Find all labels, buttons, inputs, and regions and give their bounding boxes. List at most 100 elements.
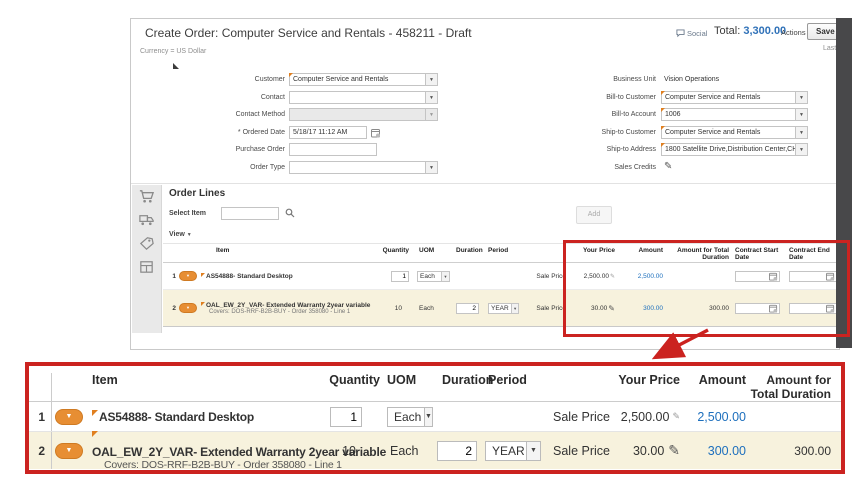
chevron-down-icon[interactable]: ▼ [795,91,808,104]
col-quantity: Quantity [382,247,409,254]
total-label: Total: [714,25,741,37]
duration-input[interactable] [437,440,477,461]
chevron-down-icon: ▼ [424,406,433,427]
package-icon[interactable] [138,258,155,275]
your-price-value: 30.00 [632,443,665,458]
social-label: Social [687,29,708,38]
quantity-value: 10 [394,304,402,312]
covers-subtext: Covers: DOS-RRF-B2B-BUY - Order 358080 -… [209,308,351,315]
row-number: 2 [172,304,176,312]
ship-to-customer-combobox[interactable]: Computer Service and Rentals ▼ [661,126,808,139]
bill-to-customer-combobox[interactable]: Computer Service and Rentals ▼ [661,91,808,104]
edit-price-icon[interactable]: ✎ [668,442,680,459]
uom-value: Each [419,304,434,312]
chevron-down-icon: ▼ [526,440,541,461]
col-your-price: Your Price [618,373,680,387]
price-type-label: Sale Price [553,443,610,458]
row-expand-button[interactable]: ▼ [179,271,197,281]
col-uom: UOM [419,247,435,254]
add-button[interactable]: Add [576,206,612,224]
social-icon [676,29,685,38]
search-icon[interactable] [285,208,295,218]
duration-input[interactable] [456,302,479,314]
col-period: Period [488,373,527,387]
section-divider [131,183,839,184]
collapse-region-icon[interactable] [173,63,179,69]
page-title: Create Order: Computer Service and Renta… [145,26,472,40]
period-value: YEAR [485,440,526,461]
select-item-label: Select Item [169,210,206,217]
social-button[interactable]: Social [676,29,707,38]
col-amount: Amount [698,373,746,387]
price-type-label: Sale Price [536,304,566,312]
view-menu[interactable]: View ▼ [169,231,192,238]
chevron-down-icon: ▼ [65,447,73,454]
actions-label: Actions [781,28,806,37]
bill-to-customer-value: Computer Service and Rentals [661,91,795,104]
covers-subtext: Covers: DOS-RRF-B2B-BUY - Order 358080 -… [104,458,342,471]
bill-to-account-label: Bill-to Account [611,111,656,118]
period-combobox[interactable]: YEAR ▼ [485,440,548,461]
bill-to-account-combobox[interactable]: 1006 ▼ [661,108,808,121]
price-type-label: Sale Price [536,272,566,280]
changed-flag-icon [92,409,98,416]
chevron-down-icon: ▼ [441,270,450,282]
col-duration: Duration [442,373,494,387]
order-lines-heading: Order Lines [169,188,226,199]
row-expand-button[interactable]: ▼ [55,442,83,459]
period-value: YEAR [488,302,512,314]
chevron-down-icon: ▼ [65,413,73,420]
col-uom: UOM [387,373,417,387]
item-link[interactable]: AS54888- Standard Desktop [99,410,254,424]
chevron-down-icon[interactable]: ▼ [795,143,808,156]
business-unit-value: Vision Operations [664,76,720,83]
your-price-value: 2,500.00 [620,409,670,424]
quantity-input[interactable] [391,270,409,282]
edit-price-icon[interactable]: ✎ [672,411,680,422]
item-link[interactable]: OAL_EW_2Y_VAR- Extended Warranty 2year v… [206,302,370,309]
edit-sales-credits-icon[interactable]: ✎ [664,161,672,172]
row-number: 1 [172,272,176,280]
order-line-row-1: 1 ▼ AS54888- Standard Desktop Each ▼ Sal… [29,402,841,432]
period-combobox[interactable]: YEAR ▼ [488,302,519,314]
row-expand-button[interactable]: ▼ [179,303,197,313]
price-tag-icon[interactable] [138,235,155,252]
col-item: Item [92,373,118,387]
bill-to-customer-label: Bill-to Customer [606,94,656,101]
col-amount-total-duration: Amount for Total Duration [750,373,831,401]
price-type-label: Sale Price [553,409,610,424]
chevron-down-icon[interactable]: ▼ [795,108,808,121]
row-number: 2 [29,432,52,469]
select-item-input[interactable] [221,207,279,220]
table-header-row: Item Quantity UOM Duration Period Your P… [29,366,841,402]
row-expand-button[interactable]: ▼ [55,408,83,425]
amount-link[interactable]: 2,500.00 [697,410,746,424]
col-duration: Duration [456,247,483,254]
total-value: 3,300.00 [743,25,787,37]
uom-combobox[interactable]: Each ▼ [387,406,433,427]
amount-link[interactable]: 300.00 [708,444,746,458]
ship-to-address-value: 1800 Satellite Drive,Distribution Center… [661,143,795,156]
order-total: Total: 3,300.00 [714,25,786,37]
item-link[interactable]: AS54888- Standard Desktop [206,273,293,280]
shipment-icon[interactable] [138,211,155,228]
screenshot-stage: Create Order: Computer Service and Renta… [0,0,852,480]
quantity-input[interactable] [330,406,362,427]
changed-flag-icon [92,430,98,437]
ship-to-address-combobox[interactable]: 1800 Satellite Drive,Distribution Center… [661,143,808,156]
uom-combobox[interactable]: Each ▼ [417,270,451,282]
ship-to-customer-label: Ship-to Customer [601,129,656,136]
chevron-down-icon: ▼ [186,232,192,238]
last-saved-text: Last [823,45,837,52]
col-period: Period [488,247,509,254]
quantity-value: 10 [342,443,356,458]
amount-total-value: 300.00 [794,443,831,458]
col-quantity: Quantity [329,373,380,387]
chevron-down-icon[interactable]: ▼ [795,126,808,139]
cart-icon[interactable] [138,188,155,205]
ship-to-address-label: Ship-to Address [606,146,656,153]
bill-to-account-value: 1006 [661,108,795,121]
view-label: View [169,231,185,238]
uom-value: Each [417,270,441,282]
changed-flag-icon [201,301,205,306]
